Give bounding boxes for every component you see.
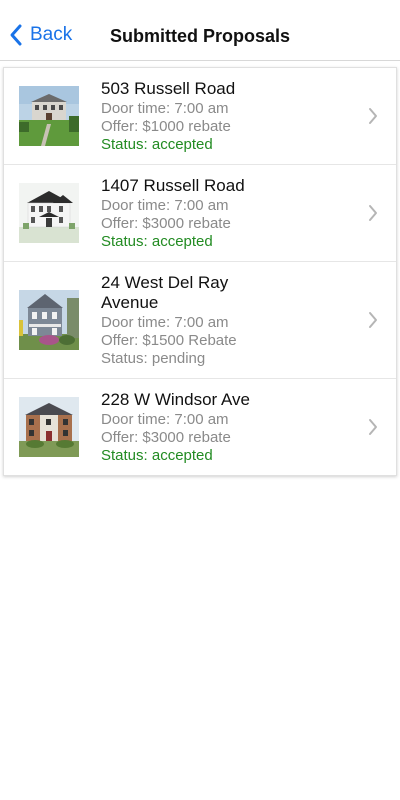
proposal-row-24-west-del-ray-avenue[interactable]: 24 West Del Ray Avenue Door time: 7:00 a… <box>4 262 396 379</box>
proposal-row-503-russell-road[interactable]: 503 Russell Road Door time: 7:00 am Offe… <box>4 68 396 165</box>
offer: Offer: $1000 rebate <box>101 118 231 135</box>
proposal-address: 24 West Del Ray Avenue <box>101 273 229 312</box>
door-time: Door time: 7:00 am <box>101 197 229 214</box>
proposal-address: 1407 Russell Road <box>101 176 245 195</box>
proposal-info: 1407 Russell Road Door time: 7:00 am Off… <box>101 165 261 261</box>
chevron-right-icon <box>369 312 377 328</box>
proposal-row-1407-russell-road[interactable]: 1407 Russell Road Door time: 7:00 am Off… <box>4 165 396 262</box>
chevron-right-icon <box>369 419 377 435</box>
door-time: Door time: 7:00 am <box>101 314 229 331</box>
proposal-info: 228 W Windsor Ave Door time: 7:00 am Off… <box>101 379 261 475</box>
house-photo <box>19 397 79 457</box>
navigation-bar: Back Submitted Proposals <box>0 0 400 61</box>
proposal-address: 228 W Windsor Ave <box>101 390 250 409</box>
proposal-row-228-w-windsor-ave[interactable]: 228 W Windsor Ave Door time: 7:00 am Off… <box>4 379 396 475</box>
proposal-list: 503 Russell Road Door time: 7:00 am Offe… <box>3 67 397 476</box>
offer: Offer: $3000 rebate <box>101 215 231 232</box>
offer: Offer: $1500 Rebate <box>101 332 237 349</box>
door-time: Door time: 7:00 am <box>101 100 229 117</box>
status-text: Status: accepted <box>101 233 213 250</box>
proposal-info: 503 Russell Road Door time: 7:00 am Offe… <box>101 68 261 164</box>
chevron-right-icon <box>369 108 377 124</box>
proposal-info: 24 West Del Ray Avenue Door time: 7:00 a… <box>101 262 261 378</box>
house-photo <box>19 86 79 146</box>
proposal-address: 503 Russell Road <box>101 79 236 98</box>
house-photo <box>19 183 79 243</box>
door-time: Door time: 7:00 am <box>101 411 229 428</box>
offer: Offer: $3000 rebate <box>101 429 231 446</box>
status-text: Status: accepted <box>101 447 213 464</box>
house-photo <box>19 290 79 350</box>
page-title: Submitted Proposals <box>109 26 291 46</box>
chevron-right-icon <box>369 205 377 221</box>
status-text: Status: pending <box>101 350 206 367</box>
status-text: Status: accepted <box>101 136 213 153</box>
